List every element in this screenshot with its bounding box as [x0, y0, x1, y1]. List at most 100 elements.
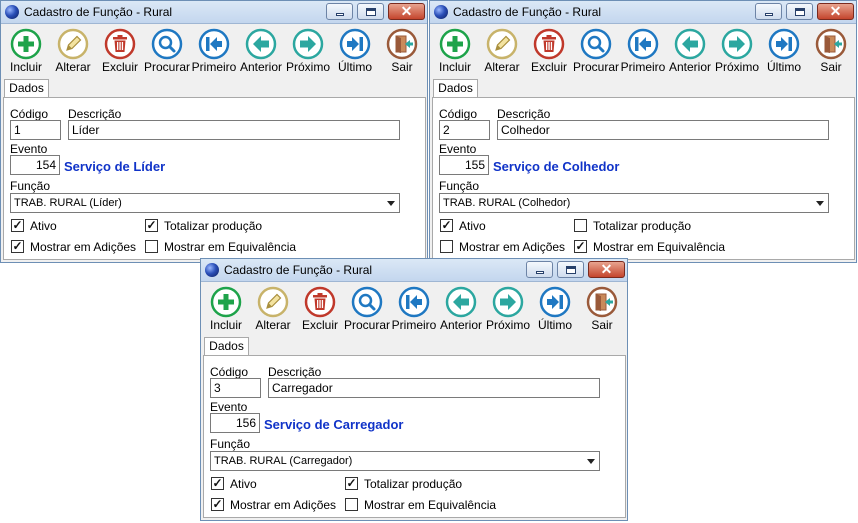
maximize-button[interactable]: [557, 261, 584, 278]
anterior-label: Anterior: [668, 60, 712, 74]
minimize-button[interactable]: [755, 3, 782, 20]
sair-button[interactable]: Sair: [808, 26, 854, 76]
procurar-label: Procurar: [143, 60, 190, 74]
tab-dados[interactable]: Dados: [4, 79, 49, 98]
alterar-button[interactable]: Alterar: [250, 284, 296, 334]
ultimo-button[interactable]: Último: [761, 26, 807, 76]
mostrar-adicoes-checkbox[interactable]: ✓: [11, 240, 24, 253]
maximize-button[interactable]: [786, 3, 813, 20]
trash-icon: [104, 28, 136, 60]
ultimo-button[interactable]: Último: [532, 284, 578, 334]
evento-label: Evento: [439, 142, 477, 156]
close-button[interactable]: ✕: [388, 3, 425, 20]
excluir-button[interactable]: Excluir: [526, 26, 572, 76]
excluir-button[interactable]: Excluir: [297, 284, 343, 334]
mostrar-equivalencia-checkbox[interactable]: ✓: [574, 240, 587, 253]
mostrar-equivalencia-checkbox[interactable]: [345, 498, 358, 511]
tab-dados[interactable]: Dados: [433, 79, 478, 98]
minimize-button[interactable]: [326, 3, 353, 20]
close-button[interactable]: ✕: [817, 3, 854, 20]
incluir-button[interactable]: Incluir: [3, 26, 49, 76]
funcao-select[interactable]: TRAB. RURAL (Carregador): [210, 451, 600, 471]
tab-strip: Dados: [430, 79, 856, 98]
close-button[interactable]: ✕: [588, 261, 625, 278]
anterior-button[interactable]: Anterior: [238, 26, 284, 76]
totalizar-label: Totalizar produção: [364, 477, 463, 491]
anterior-button[interactable]: Anterior: [438, 284, 484, 334]
alterar-label: Alterar: [255, 318, 291, 332]
descricao-input[interactable]: Líder: [68, 120, 400, 140]
close-icon: ✕: [600, 261, 613, 277]
excluir-button[interactable]: Excluir: [97, 26, 143, 76]
minimize-button[interactable]: [526, 261, 553, 278]
incluir-button[interactable]: Incluir: [432, 26, 478, 76]
funcao-select[interactable]: TRAB. RURAL (Colhedor): [439, 193, 829, 213]
ultimo-label: Último: [337, 60, 372, 74]
maximize-icon: [566, 266, 576, 274]
pencil-icon: [257, 286, 289, 318]
mostrar-equivalencia-checkbox[interactable]: [145, 240, 158, 253]
codigo-input[interactable]: 3: [210, 378, 261, 398]
plus-icon: [439, 28, 471, 60]
chevron-down-icon: [387, 201, 395, 206]
chevron-down-icon: [816, 201, 824, 206]
descricao-input[interactable]: Colhedor: [497, 120, 829, 140]
evento-input[interactable]: 155: [439, 155, 489, 175]
sair-button[interactable]: Sair: [379, 26, 425, 76]
minimize-icon: [765, 13, 773, 16]
excluir-label: Excluir: [101, 60, 138, 74]
mostrar-adicoes-checkbox[interactable]: ✓: [211, 498, 224, 511]
app-globe-icon: [434, 5, 448, 19]
proximo-button[interactable]: Próximo: [485, 284, 531, 334]
mostrar-adicoes-checkbox[interactable]: [440, 240, 453, 253]
tab-dados[interactable]: Dados: [204, 337, 249, 356]
anterior-button[interactable]: Anterior: [667, 26, 713, 76]
primeiro-button[interactable]: Primeiro: [620, 26, 666, 76]
descricao-label: Descrição: [497, 107, 551, 121]
previous-arrow-icon: [445, 286, 477, 318]
ativo-checkbox[interactable]: ✓: [11, 219, 24, 232]
primeiro-button[interactable]: Primeiro: [391, 284, 437, 334]
minimize-icon: [536, 271, 544, 274]
codigo-input[interactable]: 2: [439, 120, 490, 140]
funcao-selected-value: TRAB. RURAL (Colhedor): [443, 197, 571, 209]
sair-label: Sair: [820, 60, 842, 74]
funcao-select[interactable]: TRAB. RURAL (Líder): [10, 193, 400, 213]
alterar-button[interactable]: Alterar: [50, 26, 96, 76]
primeiro-button[interactable]: Primeiro: [191, 26, 237, 76]
codigo-input[interactable]: 1: [10, 120, 61, 140]
evento-input[interactable]: 154: [10, 155, 60, 175]
first-record-icon: [627, 28, 659, 60]
alterar-button[interactable]: Alterar: [479, 26, 525, 76]
proximo-button[interactable]: Próximo: [285, 26, 331, 76]
codigo-label: Código: [210, 365, 249, 379]
first-record-icon: [198, 28, 230, 60]
sair-button[interactable]: Sair: [579, 284, 625, 334]
title-bar[interactable]: Cadastro de Função - Rural ✕: [201, 259, 627, 282]
magnifier-icon: [151, 28, 183, 60]
maximize-button[interactable]: [357, 3, 384, 20]
pencil-icon: [486, 28, 518, 60]
totalizar-checkbox[interactable]: [574, 219, 587, 232]
procurar-label: Procurar: [343, 318, 390, 332]
next-arrow-icon: [492, 286, 524, 318]
incluir-button[interactable]: Incluir: [203, 284, 249, 334]
anterior-label: Anterior: [239, 60, 283, 74]
ativo-checkbox[interactable]: ✓: [440, 219, 453, 232]
codigo-label: Código: [439, 107, 478, 121]
proximo-button[interactable]: Próximo: [714, 26, 760, 76]
title-bar[interactable]: Cadastro de Função - Rural ✕: [1, 1, 427, 24]
ativo-label: Ativo: [459, 219, 486, 233]
procurar-button[interactable]: Procurar: [573, 26, 619, 76]
pencil-icon: [57, 28, 89, 60]
evento-input[interactable]: 156: [210, 413, 260, 433]
descricao-input[interactable]: Carregador: [268, 378, 600, 398]
window-funcao-lider: Cadastro de Função - Rural ✕ Incluir Alt…: [0, 0, 428, 263]
title-bar[interactable]: Cadastro de Função - Rural ✕: [430, 1, 856, 24]
ultimo-button[interactable]: Último: [332, 26, 378, 76]
totalizar-checkbox[interactable]: ✓: [145, 219, 158, 232]
ativo-checkbox[interactable]: ✓: [211, 477, 224, 490]
totalizar-checkbox[interactable]: ✓: [345, 477, 358, 490]
procurar-button[interactable]: Procurar: [144, 26, 190, 76]
procurar-button[interactable]: Procurar: [344, 284, 390, 334]
